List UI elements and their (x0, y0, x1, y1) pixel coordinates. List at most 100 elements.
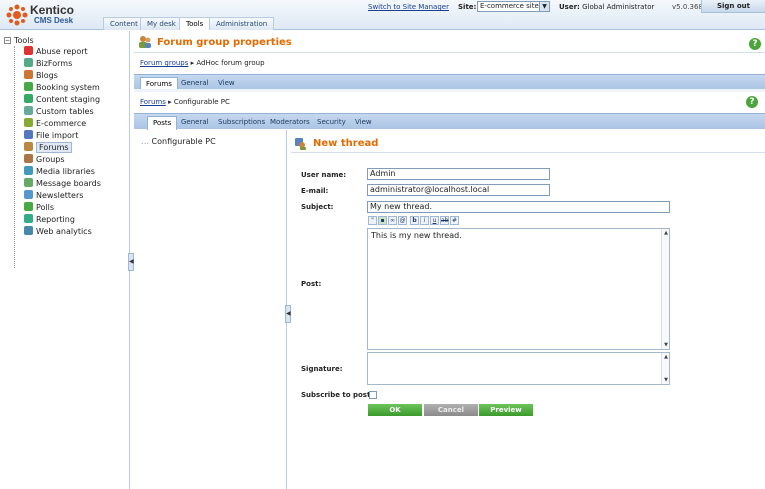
tree-item-reporting[interactable]: Reporting (24, 214, 75, 225)
tree-item-label: Web analytics (36, 227, 92, 236)
posts-tree-pane (134, 130, 287, 489)
help-icon[interactable]: ? (749, 38, 761, 50)
scroll-up-icon[interactable]: ▲ (662, 353, 670, 361)
ok-button[interactable]: OK (368, 404, 422, 416)
tree-item-blogs[interactable]: Blogs (24, 70, 58, 81)
site-select[interactable]: E-commerce site ▼ (477, 1, 550, 12)
tab-my-desk[interactable]: My desk (140, 17, 183, 30)
breadcrumb: Forum groups ▸ AdHoc forum group (140, 59, 265, 67)
tab-administration[interactable]: Administration (209, 17, 275, 30)
breadcrumb-current: Configurable PC (173, 98, 230, 106)
groups-icon (24, 154, 33, 163)
tree-item-groups[interactable]: Groups (24, 154, 65, 165)
tree-item-web-analytics[interactable]: Web analytics (24, 226, 92, 237)
user-info: User: Global Administrator (559, 3, 654, 11)
tab-subscriptions[interactable]: Subscriptions (213, 116, 270, 130)
kentico-logo-icon (6, 4, 28, 26)
image-icon[interactable]: ▪ (378, 216, 387, 225)
subscribe-checkbox[interactable] (369, 391, 377, 399)
tree-item-custom-tables[interactable]: Custom tables (24, 106, 94, 117)
signature-scrollbar[interactable]: ▲ ▼ (661, 353, 669, 384)
tree-item-booking-system[interactable]: Booking system (24, 82, 100, 93)
posts-tree-item-label: Configurable PC (151, 137, 216, 146)
tab-security[interactable]: Security (312, 116, 351, 130)
breadcrumb-forum: Forums ▸ Configurable PC (140, 98, 230, 106)
post-label: Post: (301, 280, 322, 288)
link-icon[interactable]: ∞ (388, 216, 397, 225)
help-icon[interactable]: ? (746, 96, 758, 108)
quote-icon[interactable]: " (368, 216, 377, 225)
tree-item-label: Media libraries (36, 167, 95, 176)
tree-item-label: Forums (36, 142, 72, 153)
tree-item-media-libraries[interactable]: Media libraries (24, 166, 95, 177)
tree-item-label: E-commerce (36, 119, 87, 128)
newsletters-icon (24, 190, 33, 199)
breadcrumb-current: AdHoc forum group (196, 59, 265, 67)
tab-content[interactable]: Content (103, 17, 145, 30)
breadcrumb-link-forums[interactable]: Forums (140, 98, 166, 106)
tab-general[interactable]: General (176, 116, 214, 130)
form-title: New thread (313, 138, 379, 149)
chevron-down-icon[interactable]: ▼ (539, 2, 549, 11)
reporting-icon (24, 214, 33, 223)
tab-view[interactable]: View (350, 116, 377, 130)
scroll-down-icon[interactable]: ▼ (662, 376, 670, 384)
strikethrough-icon[interactable]: ab (440, 216, 449, 225)
site-select-value: E-commerce site (480, 2, 539, 10)
scroll-up-icon[interactable]: ▲ (662, 229, 670, 237)
bold-icon[interactable]: b (410, 216, 419, 225)
tree-item-polls[interactable]: Polls (24, 202, 54, 213)
tree-dots: … (141, 137, 152, 146)
sign-out-button[interactable]: Sign out (701, 0, 765, 13)
web-analytics-icon (24, 226, 33, 235)
post-textarea[interactable]: This is my new thread. ▲ ▼ (367, 228, 670, 350)
code-icon[interactable]: # (450, 216, 459, 225)
tab-posts[interactable]: Posts (147, 116, 178, 130)
tree-item-message-boards[interactable]: Message boards (24, 178, 101, 189)
username-field[interactable]: Admin (367, 168, 550, 180)
tab-tools[interactable]: Tools (179, 17, 211, 30)
subscribe-label: Subscribe to post: (301, 391, 374, 399)
subject-label: Subject: (301, 203, 334, 211)
tree-item-abuse-report[interactable]: Abuse report (24, 46, 88, 57)
signature-label: Signature: (301, 365, 343, 373)
post-scrollbar[interactable]: ▲ ▼ (661, 229, 669, 349)
forums-icon (24, 142, 33, 151)
media-libraries-icon (24, 166, 33, 175)
underline-icon[interactable]: u (430, 216, 439, 225)
tree-item-content-staging[interactable]: Content staging (24, 94, 100, 105)
tree-item-e-commerce[interactable]: E-commerce (24, 118, 86, 129)
tree-item-bizforms[interactable]: BizForms (24, 58, 72, 69)
italic-icon[interactable]: i (420, 216, 429, 225)
cancel-button[interactable]: Cancel (424, 404, 478, 416)
content-staging-icon (24, 94, 33, 103)
tree-item-label: BizForms (36, 59, 73, 68)
tree-item-forums[interactable]: Forums (24, 142, 72, 153)
breadcrumb-link-forum-groups[interactable]: Forum groups (140, 59, 188, 67)
signature-textarea[interactable]: ▲ ▼ (367, 352, 670, 385)
tree-item-newsletters[interactable]: Newsletters (24, 190, 83, 201)
tree-item-label: Booking system (36, 83, 100, 92)
tab-moderators[interactable]: Moderators (265, 116, 315, 130)
ecommerce-icon (24, 118, 33, 127)
tree-root-tools[interactable]: − Tools (4, 36, 34, 45)
tree-item-label: Custom tables (36, 107, 94, 116)
collapse-minus-icon[interactable]: − (4, 37, 11, 44)
tree-item-file-import[interactable]: File import (24, 130, 78, 141)
subject-field[interactable]: My new thread. (367, 201, 670, 213)
scroll-down-icon[interactable]: ▼ (662, 341, 670, 349)
tree-item-label: Message boards (36, 179, 101, 188)
forum-tabs: Posts General Subscriptions Moderators S… (134, 113, 765, 130)
user-name: Global Administrator (582, 3, 655, 11)
abuse-report-icon (24, 46, 33, 55)
post-text: This is my new thread. (371, 231, 462, 240)
bizforms-icon (24, 58, 33, 67)
email-label: E-mail: (301, 187, 329, 195)
posts-tree-item[interactable]: … Configurable PC (141, 137, 216, 146)
email-field[interactable]: administrator@localhost.local (367, 184, 550, 196)
email-link-icon[interactable]: @ (398, 216, 407, 225)
collapse-posts-pane-handle[interactable]: ◀ (285, 305, 291, 323)
tree-item-label: Blogs (36, 71, 58, 80)
switch-to-site-manager-link[interactable]: Switch to Site Manager (368, 3, 449, 11)
preview-button[interactable]: Preview (479, 404, 533, 416)
